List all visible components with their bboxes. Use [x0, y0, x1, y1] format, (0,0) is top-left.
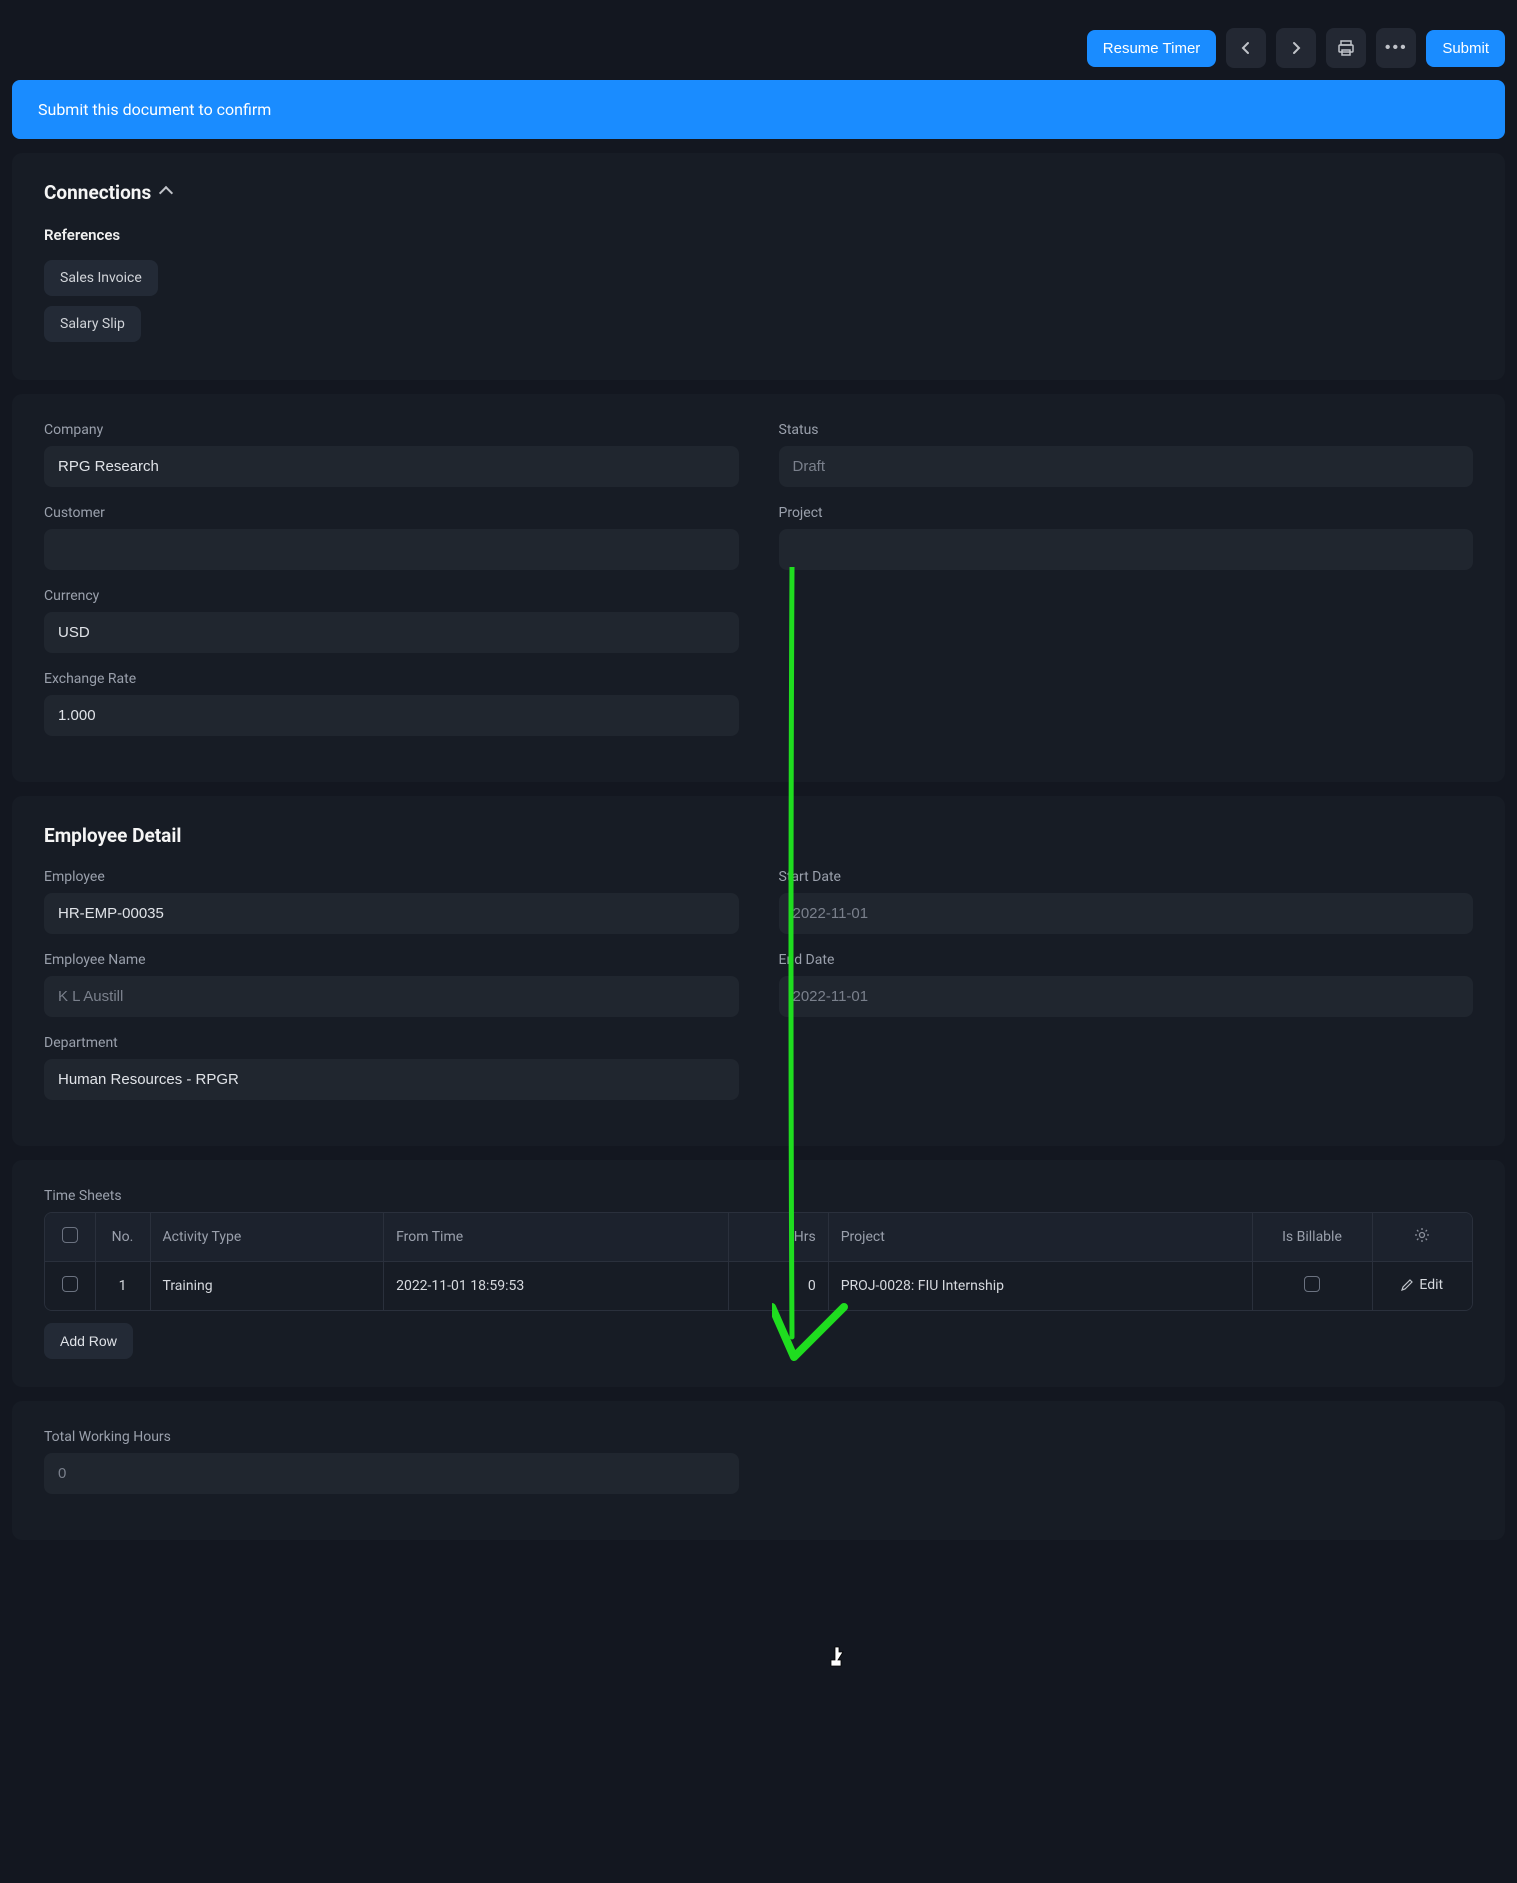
department-field[interactable] [44, 1059, 739, 1100]
timesheets-label: Time Sheets [44, 1188, 1473, 1204]
project-field[interactable] [779, 529, 1474, 570]
status-field [779, 446, 1474, 487]
cell-no: 1 [95, 1262, 150, 1311]
printer-icon [1337, 39, 1355, 57]
customer-field[interactable] [44, 529, 739, 570]
top-toolbar: Resume Timer ••• Submit [12, 12, 1505, 80]
employee-detail-card: Employee Detail Employee Employee Name D… [12, 796, 1505, 1146]
employee-detail-title: Employee Detail [44, 824, 1473, 847]
department-label: Department [44, 1035, 739, 1051]
billable-checkbox[interactable] [1304, 1276, 1320, 1292]
employee-name-label: Employee Name [44, 952, 739, 968]
reference-chip-salary-slip[interactable]: Salary Slip [44, 306, 141, 342]
header-project[interactable]: Project [828, 1213, 1252, 1262]
employee-name-field [44, 976, 739, 1017]
header-settings[interactable] [1372, 1213, 1472, 1262]
header-from[interactable]: From Time [384, 1213, 729, 1262]
pencil-icon [1401, 1279, 1413, 1291]
currency-label: Currency [44, 588, 739, 604]
chevron-left-icon [1241, 41, 1251, 55]
company-field[interactable] [44, 446, 739, 487]
exchange-rate-field[interactable] [44, 695, 739, 736]
header-checkbox[interactable] [45, 1213, 95, 1262]
currency-field[interactable] [44, 612, 739, 653]
start-date-field[interactable] [779, 893, 1474, 934]
connections-title[interactable]: Connections [44, 181, 1473, 204]
timesheets-card: Time Sheets No. Activity Type From Time … [12, 1160, 1505, 1387]
end-date-field[interactable] [779, 976, 1474, 1017]
reference-chip-sales-invoice[interactable]: Sales Invoice [44, 260, 158, 296]
connections-card: Connections References Sales Invoice Sal… [12, 153, 1505, 380]
employee-field[interactable] [44, 893, 739, 934]
employee-label: Employee [44, 869, 739, 885]
next-button[interactable] [1276, 28, 1316, 68]
header-no: No. [95, 1213, 150, 1262]
row-checkbox[interactable] [62, 1276, 78, 1292]
company-card: Company Customer Currency Exchange Rate … [12, 394, 1505, 782]
resume-timer-button[interactable]: Resume Timer [1087, 30, 1217, 67]
header-hrs[interactable]: Hrs [728, 1213, 828, 1262]
print-button[interactable] [1326, 28, 1366, 68]
gear-icon [1414, 1227, 1430, 1243]
company-label: Company [44, 422, 739, 438]
exchange-rate-label: Exchange Rate [44, 671, 739, 687]
confirm-banner: Submit this document to confirm [12, 80, 1505, 139]
project-label: Project [779, 505, 1474, 521]
cell-from[interactable]: 2022-11-01 18:59:53 [384, 1262, 729, 1311]
header-billable[interactable]: Is Billable [1252, 1213, 1372, 1262]
edit-label: Edit [1419, 1277, 1443, 1293]
cell-billable[interactable] [1252, 1262, 1372, 1311]
totals-card: Total Working Hours [12, 1401, 1505, 1540]
table-row[interactable]: 1 Training 2022-11-01 18:59:53 0 PROJ-00… [45, 1262, 1472, 1311]
checkbox-icon [62, 1227, 78, 1243]
total-working-hours-field [44, 1453, 739, 1494]
total-working-hours-label: Total Working Hours [44, 1429, 739, 1445]
cell-hrs[interactable]: 0 [728, 1262, 828, 1311]
chevron-up-icon [159, 185, 173, 199]
timesheets-table: No. Activity Type From Time Hrs Project … [45, 1213, 1472, 1310]
more-menu-button[interactable]: ••• [1376, 28, 1416, 68]
submit-button[interactable]: Submit [1426, 30, 1505, 67]
prev-button[interactable] [1226, 28, 1266, 68]
header-activity[interactable]: Activity Type [150, 1213, 384, 1262]
add-row-button[interactable]: Add Row [44, 1323, 133, 1359]
start-date-label: Start Date [779, 869, 1474, 885]
references-label: References [44, 226, 1473, 244]
cell-activity[interactable]: Training [150, 1262, 384, 1311]
cell-project[interactable]: PROJ-0028: FIU Internship [828, 1262, 1252, 1311]
ellipsis-icon: ••• [1385, 39, 1408, 57]
edit-row-button[interactable]: Edit [1401, 1277, 1443, 1293]
chevron-right-icon [1291, 41, 1301, 55]
end-date-label: End Date [779, 952, 1474, 968]
connections-title-text: Connections [44, 181, 151, 204]
customer-label: Customer [44, 505, 739, 521]
cursor-icon [829, 1646, 847, 1673]
status-label: Status [779, 422, 1474, 438]
